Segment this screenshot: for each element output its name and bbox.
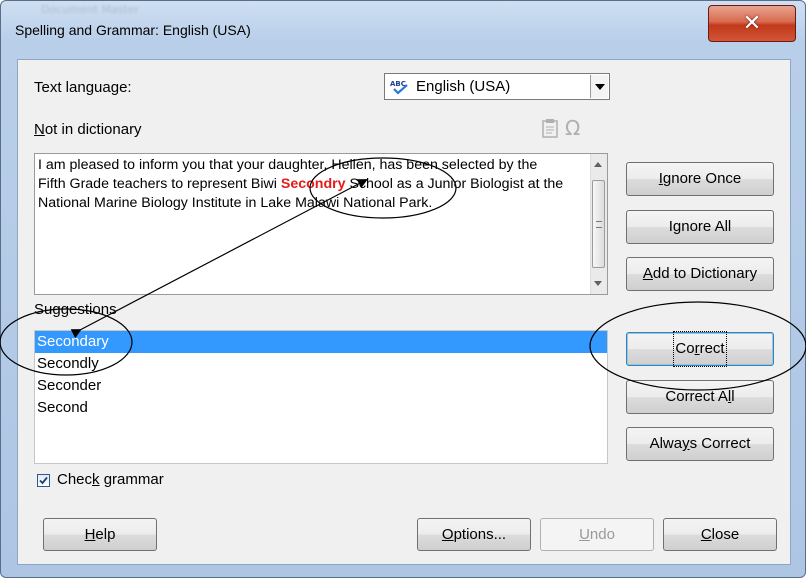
suggestion-item[interactable]: Seconder <box>35 375 607 397</box>
sentence-text[interactable]: I am pleased to inform you that your dau… <box>38 156 566 213</box>
not-in-dictionary-label: Not in dictionary <box>34 121 142 138</box>
textbox-scrollbar[interactable] <box>590 154 607 294</box>
close-button[interactable]: Close <box>663 518 777 551</box>
dialog-window: Document Master Spelling and Grammar: En… <box>0 0 806 578</box>
dropdown-arrow-icon[interactable] <box>590 75 608 98</box>
spellcheck-flag-icon: ABC <box>390 80 408 95</box>
scroll-down-arrow-icon[interactable] <box>594 281 602 286</box>
omega-icon[interactable]: Ω <box>565 116 580 140</box>
selected-language: English (USA) <box>416 78 511 95</box>
clipboard-icon[interactable] <box>541 118 559 143</box>
add-to-dictionary-button[interactable]: Add to Dictionary <box>626 257 774 291</box>
suggestions-list[interactable]: Secondary Secondly Seconder Second <box>34 330 608 464</box>
correct-button[interactable]: Correct <box>626 331 774 367</box>
window-title: Spelling and Grammar: English (USA) <box>15 22 251 38</box>
checkmark-icon <box>39 476 48 485</box>
misspelled-word: Secondry <box>280 176 346 192</box>
close-icon: ✕ <box>742 11 762 36</box>
not-in-dictionary-textbox[interactable]: I am pleased to inform you that your dau… <box>34 153 608 295</box>
help-button[interactable]: Help <box>43 518 157 551</box>
text-language-select[interactable]: ABC English (USA) <box>384 73 610 100</box>
undo-button[interactable]: Undo <box>540 518 654 551</box>
suggestion-item[interactable]: Secondly <box>35 353 607 375</box>
window-close-button[interactable]: ✕ <box>708 5 796 42</box>
always-correct-button[interactable]: Always Correct <box>626 427 774 461</box>
scroll-up-arrow-icon[interactable] <box>594 162 602 167</box>
suggestion-item[interactable]: Second <box>35 397 607 419</box>
scroll-thumb[interactable] <box>592 180 605 268</box>
dialog-body: Text language: ABC English (USA) Not in … <box>17 59 791 565</box>
options-button[interactable]: Options... <box>417 518 531 551</box>
text-language-label: Text language: <box>34 79 132 96</box>
ignore-all-button[interactable]: Ignore All <box>626 210 774 244</box>
correct-all-button[interactable]: Correct All <box>626 380 774 414</box>
check-grammar-checkbox[interactable] <box>37 474 50 487</box>
suggestions-label: Suggestions <box>34 301 117 318</box>
check-grammar-label[interactable]: Check grammar <box>57 471 164 488</box>
ignore-once-button[interactable]: Ignore Once <box>626 162 774 196</box>
background-window-title: Document Master <box>41 3 140 16</box>
suggestion-item-selected[interactable]: Secondary <box>35 331 607 353</box>
